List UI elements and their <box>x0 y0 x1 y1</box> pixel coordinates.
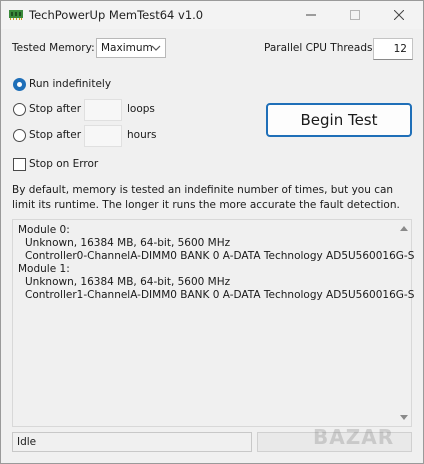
loops-unit-label: loops <box>127 103 155 115</box>
window-title: TechPowerUp MemTest64 v1.0 <box>29 8 204 22</box>
stop-on-error-checkbox[interactable] <box>13 158 26 171</box>
tested-memory-select[interactable]: Maximum <box>96 38 166 58</box>
run-indefinitely-radio[interactable] <box>13 78 26 91</box>
module-info: Unknown, 16384 MB, 64-bit, 5600 MHz <box>25 237 231 249</box>
minimize-button[interactable] <box>289 1 333 29</box>
module-slot: Controller0-ChannelA-DIMM0 BANK 0 A-DATA… <box>25 250 415 262</box>
run-indefinitely-label[interactable]: Run indefinitely <box>29 78 111 90</box>
close-icon <box>394 10 404 20</box>
scroll-down-icon[interactable] <box>400 415 408 420</box>
description-text: By default, memory is tested an indefini… <box>12 184 400 211</box>
memory-chip-icon <box>9 10 23 20</box>
maximize-button[interactable] <box>333 1 377 29</box>
app-window: TechPowerUp MemTest64 v1.0 Tested Memory… <box>0 0 424 464</box>
close-button[interactable] <box>377 1 421 29</box>
hours-unit-label: hours <box>127 129 157 141</box>
tested-memory-value: Maximum <box>101 42 153 54</box>
vertical-scrollbar[interactable] <box>398 220 411 426</box>
loops-input[interactable] <box>84 99 122 121</box>
status-text: Idle <box>17 436 37 448</box>
watermark-logo: BAZAR <box>313 425 395 449</box>
module-slot: Controller1-ChannelA-DIMM0 BANK 0 A-DATA… <box>25 289 415 301</box>
maximize-icon <box>350 10 360 20</box>
title-bar[interactable]: TechPowerUp MemTest64 v1.0 <box>1 1 423 29</box>
status-bar: Idle <box>12 432 252 452</box>
hours-input[interactable] <box>84 125 122 147</box>
stop-on-error-label[interactable]: Stop on Error <box>29 158 98 170</box>
module-title: Module 0: <box>18 224 70 236</box>
begin-test-button[interactable]: Begin Test <box>266 103 412 137</box>
stop-after-loops-radio[interactable] <box>13 103 26 116</box>
module-title: Module 1: <box>18 263 70 275</box>
chevron-down-icon <box>151 45 161 51</box>
stop-after-loops-label[interactable]: Stop after <box>29 103 81 115</box>
threads-label: Parallel CPU Threads: <box>264 42 377 54</box>
minimize-icon <box>306 14 316 16</box>
stop-after-hours-radio[interactable] <box>13 129 26 142</box>
scroll-up-icon[interactable] <box>400 226 408 231</box>
tested-memory-label: Tested Memory: <box>12 42 95 54</box>
module-list[interactable]: Module 0: Unknown, 16384 MB, 64-bit, 560… <box>12 219 415 427</box>
module-info: Unknown, 16384 MB, 64-bit, 5600 MHz <box>25 276 231 288</box>
stop-after-hours-label[interactable]: Stop after <box>29 129 81 141</box>
threads-input[interactable]: 12 <box>373 38 413 60</box>
